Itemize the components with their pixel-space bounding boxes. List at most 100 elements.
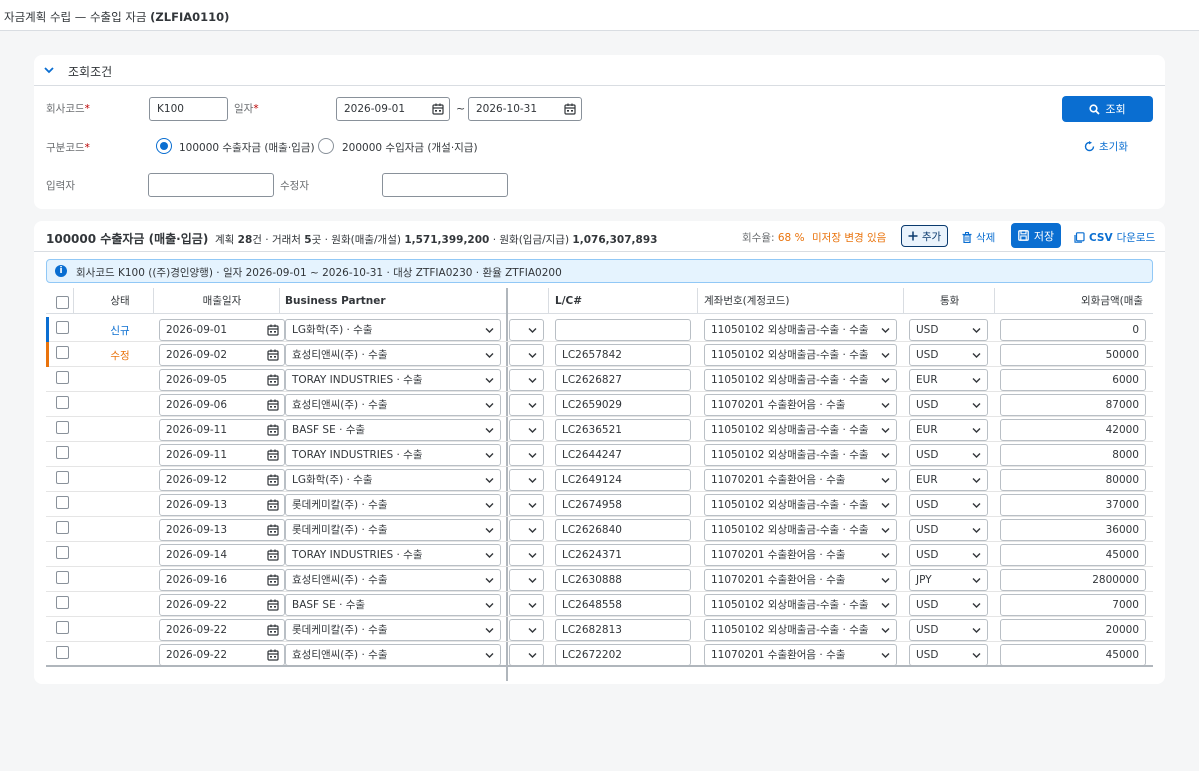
row-checkbox[interactable]	[56, 496, 69, 509]
chevron-down-icon[interactable]	[972, 351, 981, 360]
partner-select[interactable]: 효성티앤씨(주) · 수출	[285, 644, 501, 666]
amount-input[interactable]: 37000	[1000, 494, 1146, 516]
row-checkbox[interactable]	[56, 421, 69, 434]
sales-date-input[interactable]: 2026-09-13	[159, 494, 285, 516]
row-checkbox[interactable]	[56, 621, 69, 634]
chevron-down-icon[interactable]	[881, 601, 890, 610]
col-account[interactable]: 계좌번호(계정코드)	[704, 288, 864, 314]
delete-button[interactable]: 삭제	[962, 230, 995, 245]
chevron-down-icon[interactable]	[881, 476, 890, 485]
calendar-icon[interactable]	[267, 524, 279, 536]
chevron-down-icon[interactable]	[485, 651, 494, 660]
creator-input[interactable]	[148, 173, 274, 197]
table-row[interactable]: 2026-09-11 TORAY INDUSTRIES · 수출 LC2644247…	[46, 442, 1153, 467]
filter-header[interactable]: 조회조건	[34, 55, 1165, 86]
col-sales-date[interactable]: 매출일자	[192, 288, 252, 314]
currency-select[interactable]: USD	[909, 594, 988, 616]
chevron-down-icon[interactable]	[881, 326, 890, 335]
row-checkbox[interactable]	[56, 521, 69, 534]
chevron-down-icon[interactable]	[485, 426, 494, 435]
sales-date-input[interactable]: 2026-09-01	[159, 319, 285, 341]
currency-select[interactable]: JPY	[909, 569, 988, 591]
add-button[interactable]: 추가	[901, 225, 948, 247]
calendar-icon[interactable]	[267, 624, 279, 636]
account-select[interactable]: 11070201 수출환어음 · 수출	[704, 469, 897, 491]
row-checkbox[interactable]	[56, 446, 69, 459]
partner-select[interactable]: TORAY INDUSTRIES · 수출	[285, 544, 501, 566]
amount-input[interactable]: 20000	[1000, 619, 1146, 641]
chevron-down-icon[interactable]	[485, 476, 494, 485]
account-select[interactable]: 11050102 외상매출금-수출 · 수출	[704, 619, 897, 641]
lc-input[interactable]	[555, 319, 691, 341]
calendar-icon[interactable]	[267, 499, 279, 511]
amount-input[interactable]: 2800000	[1000, 569, 1146, 591]
date-to-input[interactable]: 2026-10-31	[468, 97, 582, 121]
chevron-down-icon[interactable]	[485, 401, 494, 410]
chevron-down-icon[interactable]	[881, 576, 890, 585]
calendar-icon[interactable]	[267, 449, 279, 461]
amount-input[interactable]: 45000	[1000, 644, 1146, 666]
sales-date-input[interactable]: 2026-09-14	[159, 544, 285, 566]
account-select[interactable]: 11050102 외상매출금-수출 · 수출	[704, 344, 897, 366]
chevron-down-icon[interactable]	[528, 351, 537, 360]
calendar-icon[interactable]	[267, 549, 279, 561]
account-select[interactable]: 11050102 외상매출금-수출 · 수출	[704, 519, 897, 541]
partner-select[interactable]: 효성티앤씨(주) · 수출	[285, 394, 501, 416]
row-checkbox[interactable]	[56, 321, 69, 334]
sales-date-input[interactable]: 2026-09-13	[159, 519, 285, 541]
chevron-down-icon[interactable]	[43, 64, 55, 76]
chevron-down-icon[interactable]	[972, 376, 981, 385]
chevron-down-icon[interactable]	[972, 401, 981, 410]
chevron-down-icon[interactable]	[485, 351, 494, 360]
account-select[interactable]: 11070201 수출환어음 · 수출	[704, 569, 897, 591]
calendar-icon[interactable]	[564, 103, 576, 115]
table-row[interactable]: 수정 2026-09-02 효성티앤씨(주) · 수출 LC2657842 110501…	[46, 342, 1153, 367]
partner-select[interactable]: LG화학(주) · 수출	[285, 469, 501, 491]
row-extra-select[interactable]	[509, 644, 544, 666]
sales-date-input[interactable]: 2026-09-05	[159, 369, 285, 391]
row-extra-select[interactable]	[509, 444, 544, 466]
chevron-down-icon[interactable]	[972, 526, 981, 535]
chevron-down-icon[interactable]	[528, 601, 537, 610]
partner-select[interactable]: 효성티앤씨(주) · 수출	[285, 569, 501, 591]
currency-select[interactable]: USD	[909, 319, 988, 341]
chevron-down-icon[interactable]	[972, 476, 981, 485]
col-status[interactable]: 상태	[103, 288, 137, 314]
row-extra-select[interactable]	[509, 544, 544, 566]
amount-input[interactable]: 42000	[1000, 419, 1146, 441]
col-currency[interactable]: 통화	[940, 288, 970, 314]
chevron-down-icon[interactable]	[528, 576, 537, 585]
currency-select[interactable]: USD	[909, 344, 988, 366]
account-select[interactable]: 11070201 수출환어음 · 수출	[704, 544, 897, 566]
amount-input[interactable]: 45000	[1000, 544, 1146, 566]
row-checkbox[interactable]	[56, 471, 69, 484]
chevron-down-icon[interactable]	[528, 651, 537, 660]
modifier-input[interactable]	[382, 173, 508, 197]
table-row[interactable]: 2026-09-06 효성티앤씨(주) · 수출 LC2659029 11070201…	[46, 392, 1153, 417]
row-extra-select[interactable]	[509, 619, 544, 641]
partner-select[interactable]: 롯데케미칼(주) · 수출	[285, 619, 501, 641]
row-checkbox[interactable]	[56, 571, 69, 584]
chevron-down-icon[interactable]	[972, 601, 981, 610]
chevron-down-icon[interactable]	[485, 601, 494, 610]
table-row[interactable]: 2026-09-05 TORAY INDUSTRIES · 수출 LC2626827…	[46, 367, 1153, 392]
amount-input[interactable]: 6000	[1000, 369, 1146, 391]
chevron-down-icon[interactable]	[528, 451, 537, 460]
table-row[interactable]: 2026-09-12 LG화학(주) · 수출 LC2649124 11070201 …	[46, 467, 1153, 492]
chevron-down-icon[interactable]	[528, 376, 537, 385]
date-from-input[interactable]: 2026-09-01	[336, 97, 450, 121]
calendar-icon[interactable]	[267, 374, 279, 386]
chevron-down-icon[interactable]	[485, 451, 494, 460]
save-button[interactable]: 저장	[1011, 223, 1061, 248]
account-select[interactable]: 11050102 외상매출금-수출 · 수출	[704, 594, 897, 616]
company-input[interactable]: K100	[149, 97, 228, 121]
chevron-down-icon[interactable]	[881, 651, 890, 660]
lc-input[interactable]: LC2682813	[555, 619, 691, 641]
sales-date-input[interactable]: 2026-09-11	[159, 419, 285, 441]
row-extra-select[interactable]	[509, 369, 544, 391]
account-select[interactable]: 11050102 외상매출금-수출 · 수출	[704, 494, 897, 516]
chevron-down-icon[interactable]	[881, 451, 890, 460]
row-extra-select[interactable]	[509, 319, 544, 341]
lc-input[interactable]: LC2672202	[555, 644, 691, 666]
chevron-down-icon[interactable]	[881, 376, 890, 385]
